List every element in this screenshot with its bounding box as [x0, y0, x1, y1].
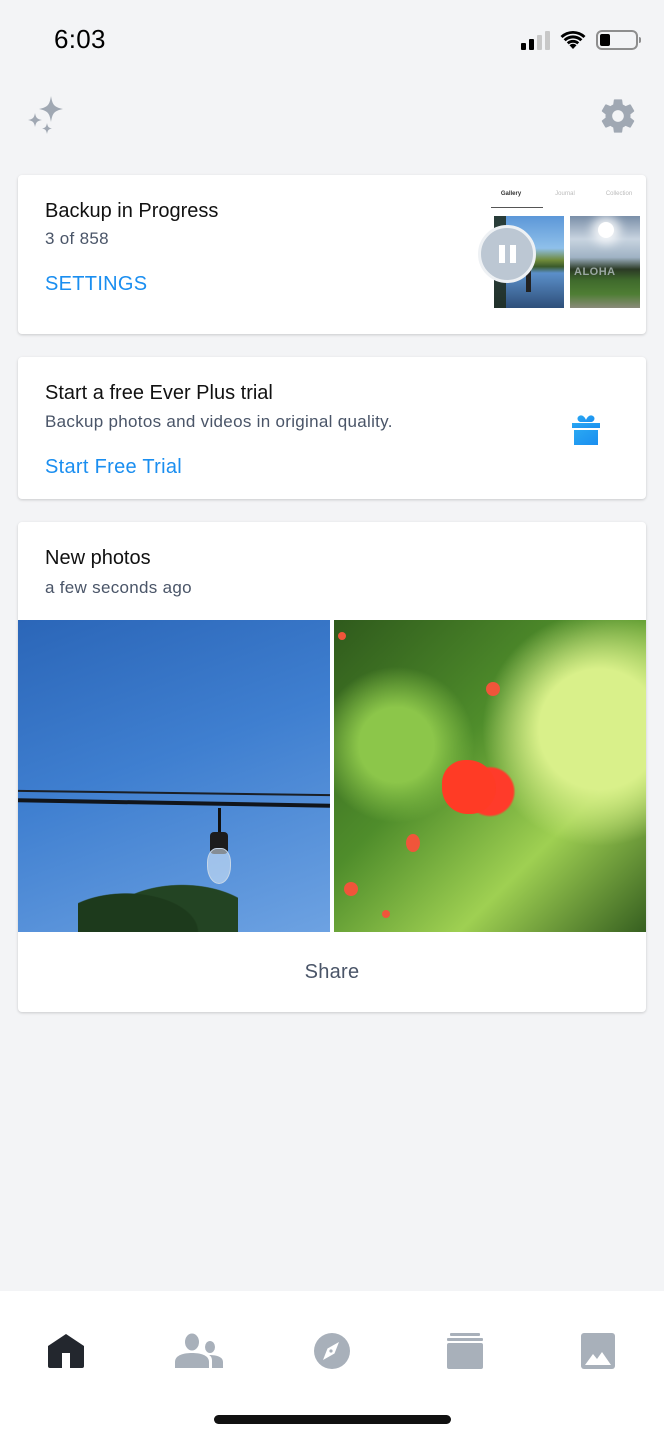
- photo-icon: [581, 1333, 615, 1369]
- sparkles-button[interactable]: [26, 94, 70, 140]
- backup-settings-link[interactable]: SETTINGS: [45, 273, 147, 296]
- free-trial-card: Start a free Ever Plus trial Backup phot…: [18, 357, 646, 499]
- settings-gear-button[interactable]: [598, 96, 638, 136]
- home-indicator[interactable]: [214, 1415, 451, 1424]
- albums-stack-icon: [447, 1333, 483, 1369]
- wifi-icon: [560, 30, 586, 49]
- new-photos-timestamp: a few seconds ago: [45, 578, 192, 597]
- photo-thumbnail[interactable]: [334, 620, 646, 932]
- nav-home[interactable]: [36, 1321, 96, 1381]
- photo-thumbnail[interactable]: [18, 620, 330, 932]
- preview-tab-collection: Collection: [605, 191, 633, 197]
- start-free-trial-link[interactable]: Start Free Trial: [45, 456, 182, 479]
- preview-tab-underline: [491, 207, 543, 208]
- battery-icon: [596, 30, 641, 50]
- new-photos-card: New photos a few seconds ago Share: [18, 522, 646, 1012]
- pause-backup-button[interactable]: [478, 225, 536, 283]
- preview-tab-gallery: Gallery: [500, 191, 522, 197]
- backup-progress-count: 3 of 858: [45, 229, 109, 248]
- trial-subtitle: Backup photos and videos in original qua…: [45, 412, 393, 431]
- preview-thumbnail-aloha: ALOHA: [570, 216, 640, 308]
- backup-title: Backup in Progress: [45, 200, 219, 222]
- status-bar: 6:03: [0, 0, 664, 80]
- trial-title: Start a free Ever Plus trial: [45, 382, 273, 404]
- people-icon: [175, 1333, 223, 1368]
- status-icons: [521, 30, 641, 50]
- backup-progress-card: Backup in Progress 3 of 858 SETTINGS Gal…: [18, 175, 646, 334]
- preview-tabs: Gallery Journal Collection: [484, 191, 646, 197]
- bottom-nav: [0, 1291, 664, 1438]
- share-button[interactable]: Share: [18, 932, 646, 1012]
- gear-icon: [601, 99, 635, 133]
- home-icon: [48, 1334, 84, 1368]
- nav-albums[interactable]: [435, 1321, 495, 1381]
- nav-explore[interactable]: [302, 1321, 362, 1381]
- status-time: 6:03: [54, 24, 106, 54]
- preview-tab-journal: Journal: [555, 191, 575, 197]
- signal-icon: [521, 30, 550, 50]
- new-photos-title: New photos: [45, 547, 151, 569]
- sparkles-icon: [28, 96, 63, 134]
- pause-icon: [498, 245, 505, 263]
- gift-icon: [572, 415, 600, 445]
- nav-people[interactable]: [169, 1321, 229, 1381]
- compass-icon: [314, 1333, 350, 1369]
- nav-photos[interactable]: [568, 1321, 628, 1381]
